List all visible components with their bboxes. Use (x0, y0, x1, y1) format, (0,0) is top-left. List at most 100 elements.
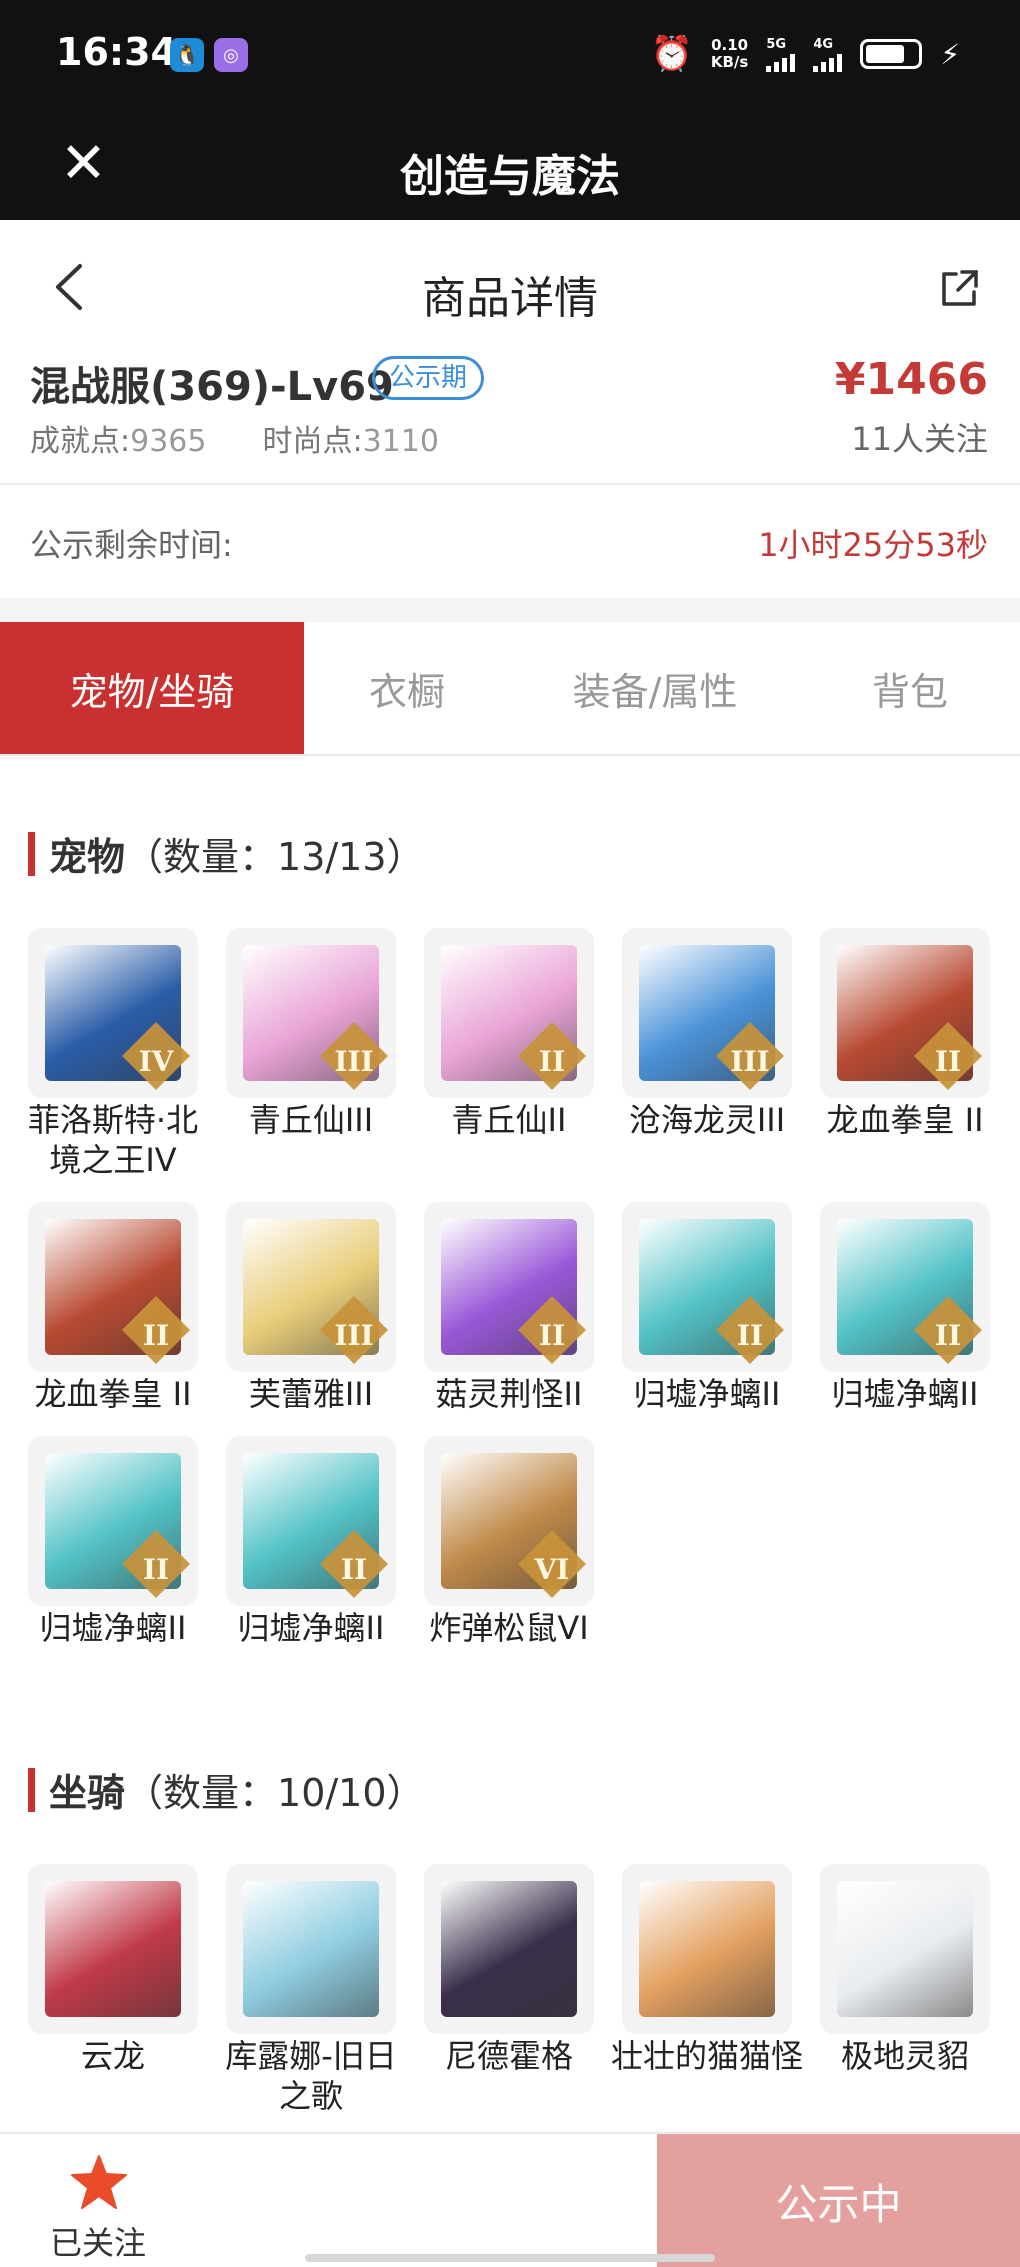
list-item[interactable]: IV 菲洛斯特·北境之王IV (28, 928, 198, 1180)
item-image (243, 1881, 379, 2017)
achievement-label: 成就点: (30, 424, 131, 459)
item-thumbnail (424, 1864, 594, 2034)
item-name: 云龙 (80, 2037, 145, 2075)
item-thumbnail: II (424, 928, 594, 1098)
item-name: 库露娜-旧日之歌 (225, 2037, 397, 2115)
list-item[interactable]: 尼德霍格 (424, 1864, 594, 2116)
home-indicator (305, 2254, 715, 2262)
item-name: 尼德霍格 (444, 2037, 573, 2075)
share-icon[interactable] (938, 266, 982, 310)
signal-bars-icon (766, 52, 796, 72)
status-indicators: ⏰ 0.10 KB/s 5G 4G ⚡ (651, 34, 960, 74)
list-item[interactable]: 云龙 (28, 1864, 198, 2116)
rank-label: II (736, 1319, 764, 1352)
follower-count: 11人关注 (851, 420, 988, 458)
divider (0, 483, 1020, 485)
list-item[interactable]: 极地灵貂 (820, 1864, 990, 2116)
mounts-section-title: 坐骑 （数量：10/10） (28, 1762, 425, 1817)
item-thumbnail: II (28, 1202, 198, 1372)
item-name: 炸弹松鼠VI (429, 1609, 589, 1647)
item-thumbnail: II (424, 1202, 594, 1372)
item-thumbnail (28, 1864, 198, 2034)
signal-bars-icon (813, 52, 843, 72)
network-speed: 0.10 KB/s (710, 36, 749, 71)
list-item[interactable]: II 青丘仙II (424, 928, 594, 1180)
status-badge: 公示期 (372, 356, 485, 400)
rank-label: III (334, 1045, 374, 1078)
pets-grid: IV 菲洛斯特·北境之王IV III 青丘仙III II 青丘仙II III 沧海龙灵III I… (28, 928, 992, 1648)
product-info: 混战服(369)-Lv69 公示期 成就点:9365 时尚点:3110 ¥1466… (0, 350, 1020, 484)
item-name: 青丘仙III (248, 1101, 374, 1139)
list-item[interactable]: VI 炸弹松鼠VI (424, 1436, 594, 1648)
item-thumbnail: III (622, 928, 792, 1098)
remaining-time-label: 公示剩余时间: (30, 526, 233, 564)
item-name: 归墟净螭II (237, 1609, 385, 1647)
divider (0, 598, 1020, 622)
fashion-label: 时尚点: (262, 424, 363, 459)
fashion-value: 3110 (362, 424, 439, 459)
page-title: 商品详情 (422, 273, 598, 324)
item-name: 归墟净螭II (831, 1375, 979, 1413)
list-item[interactable]: II 归墟净螭II (622, 1202, 792, 1414)
item-thumbnail (226, 1864, 396, 2034)
signal-5g: 5G (766, 37, 796, 72)
item-name: 归墟净螭II (39, 1609, 187, 1647)
signal-4g: 4G (813, 37, 843, 72)
tab-pets-mounts[interactable]: 宠物/坐骑 (0, 622, 304, 754)
status-bar: 16:34 🐧 ◎ ⏰ 0.10 KB/s 5G 4G ⚡ (0, 0, 1020, 110)
list-item[interactable]: II 菇灵荆怪II (424, 1202, 594, 1414)
charging-icon: ⚡ (940, 37, 960, 71)
star-icon[interactable] (70, 2154, 128, 2210)
list-item[interactable]: 库露娜-旧日之歌 (225, 1864, 397, 2116)
rank-label: II (934, 1319, 962, 1352)
tab-equipment[interactable]: 装备/属性 (510, 622, 800, 754)
item-name: 沧海龙灵III (628, 1101, 786, 1139)
rank-label: II (538, 1319, 566, 1352)
item-thumbnail (622, 1864, 792, 2034)
item-thumbnail: II (820, 928, 990, 1098)
item-name: 龙血拳皇 II (826, 1101, 984, 1139)
bottom-bar: 已关注 公示中 (0, 2132, 1020, 2267)
rank-label: II (340, 1553, 368, 1586)
item-image (441, 1881, 577, 2017)
item-thumbnail: II (820, 1202, 990, 1372)
item-thumbnail (820, 1864, 990, 2034)
follow-button[interactable]: 已关注 (50, 2218, 146, 2264)
product-stats: 成就点:9365 时尚点:3110 (30, 416, 439, 460)
item-name: 龙血拳皇 II (34, 1375, 192, 1413)
tab-backpack[interactable]: 背包 (800, 622, 1020, 754)
rank-label: III (730, 1045, 770, 1078)
product-name: 混战服(369)-Lv69 (30, 364, 394, 410)
achievement-value: 9365 (130, 424, 207, 459)
item-name: 壮壮的猫猫怪 (610, 2037, 803, 2075)
list-item[interactable]: II 归墟净螭II (226, 1436, 396, 1648)
alarm-icon: ⏰ (650, 34, 693, 74)
item-image (639, 1881, 775, 2017)
item-name: 归墟净螭II (633, 1375, 781, 1413)
item-name: 极地灵貂 (840, 2037, 969, 2075)
rank-label: IV (138, 1045, 174, 1078)
app-bar: ✕ 创造与魔法 (0, 110, 1020, 220)
list-item[interactable]: III 芙蕾雅III (226, 1202, 396, 1414)
item-name: 芙蕾雅III (248, 1375, 374, 1413)
battery-icon (860, 39, 923, 69)
price: ¥1466 (834, 354, 988, 405)
rank-label: II (934, 1045, 962, 1078)
app-notification-icon: 🐧 (170, 38, 204, 72)
item-thumbnail: III (226, 1202, 396, 1372)
list-item[interactable]: 壮壮的猫猫怪 (611, 1864, 803, 2116)
item-thumbnail: II (226, 1436, 396, 1606)
list-item[interactable]: II 龙血拳皇 II (820, 928, 990, 1180)
mounts-grid: 云龙 库露娜-旧日之歌 尼德霍格 壮壮的猫猫怪 极地灵貂 (28, 1864, 992, 2116)
item-name: 菇灵荆怪II (435, 1375, 583, 1413)
tab-wardrobe[interactable]: 衣橱 (304, 622, 510, 754)
list-item[interactable]: II 归墟净螭II (28, 1436, 198, 1648)
list-item[interactable]: II 龙血拳皇 II (28, 1202, 198, 1414)
list-item[interactable]: III 青丘仙III (226, 928, 396, 1180)
list-item[interactable]: III 沧海龙灵III (622, 928, 792, 1180)
item-name: 青丘仙II (451, 1101, 567, 1139)
item-image (45, 1881, 181, 2017)
item-thumbnail: VI (424, 1436, 594, 1606)
list-item[interactable]: II 归墟净螭II (820, 1202, 990, 1414)
publicity-button[interactable]: 公示中 (657, 2134, 1020, 2267)
